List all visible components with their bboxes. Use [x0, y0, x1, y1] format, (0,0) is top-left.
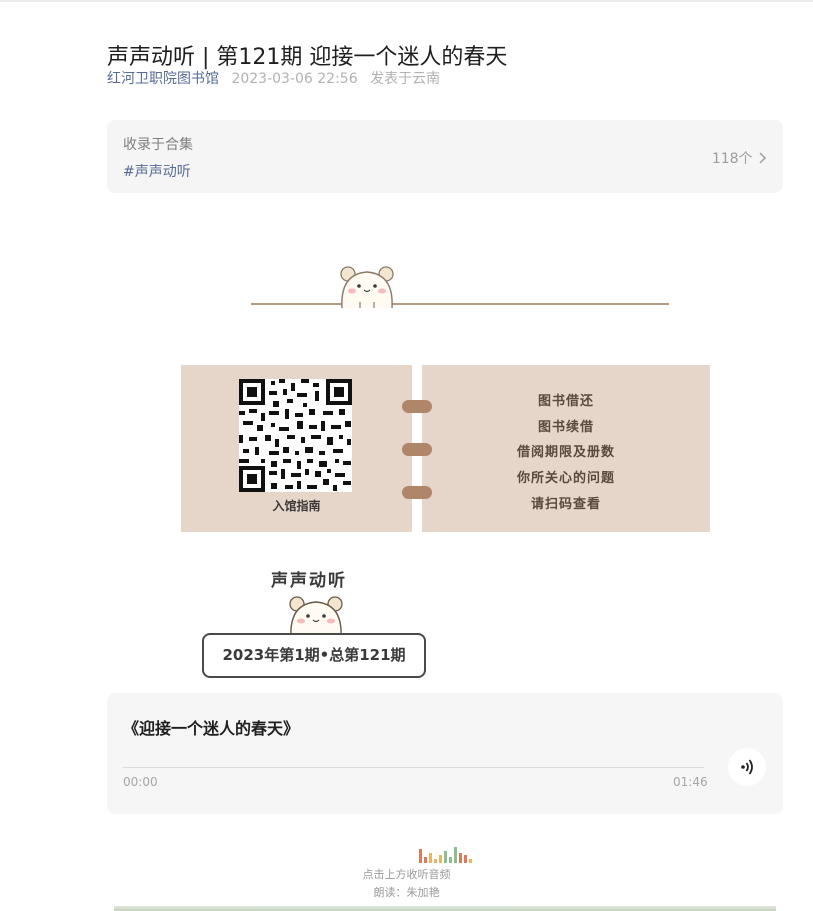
audio-progress-track[interactable] — [123, 767, 704, 768]
audio-play-button[interactable] — [728, 748, 766, 786]
equalizer-icon — [419, 847, 472, 863]
bear-mascot-icon — [289, 596, 343, 638]
top-border — [0, 0, 813, 2]
article-title: 声声动听 | 第121期 迎接一个迷人的春天 — [107, 44, 508, 70]
audio-current-time: 00:00 — [123, 775, 158, 789]
guide-item: 你所关心的问题 — [516, 471, 615, 486]
qr-caption: 入馆指南 — [272, 499, 321, 513]
program-name: 声声动听 — [271, 571, 347, 591]
divider-line — [251, 303, 669, 305]
bottom-image-edge — [114, 906, 776, 911]
article-meta: 红河卫职院图书馆 2023-03-06 22:56 发表于云南 — [107, 68, 440, 88]
collection-count: 118个 — [712, 148, 767, 168]
chevron-right-icon — [759, 152, 767, 164]
guide-item: 图书借还 — [537, 394, 594, 409]
bear-mascot-icon — [340, 266, 394, 309]
audio-title: 《迎接一个迷人的春天》 — [123, 719, 300, 738]
audio-player[interactable]: 《迎接一个迷人的春天》 00:00 01:46 — [107, 693, 783, 814]
guide-item: 请扫码查看 — [530, 497, 601, 512]
collection-label: 收录于合集 — [123, 137, 193, 153]
account-name-link[interactable]: 红河卫职院图书馆 — [107, 71, 219, 87]
qr-code-image[interactable] — [239, 379, 352, 492]
publish-location: 发表于云南 — [370, 71, 441, 87]
issue-label: 2023年第1期•总第121期 — [202, 633, 426, 678]
collection-card[interactable]: 收录于合集 #声声动听 118个 — [107, 120, 783, 193]
guide-item: 图书续借 — [537, 420, 594, 435]
reader-credit: 朗读：朱加艳 — [373, 886, 440, 899]
publish-time: 2023-03-06 22:56 — [231, 71, 358, 87]
collection-count-text: 118个 — [711, 151, 753, 167]
sound-wave-icon — [741, 759, 753, 775]
collection-tag-link[interactable]: #声声动听 — [123, 161, 191, 181]
audio-duration: 01:46 — [673, 775, 708, 789]
guide-item: 借阅期限及册数 — [516, 445, 615, 460]
audio-hint: 点击上方收听音频 — [362, 868, 451, 881]
